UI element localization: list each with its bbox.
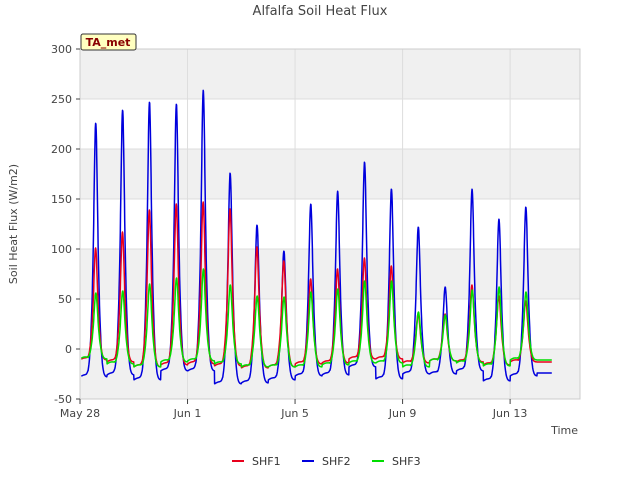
x-axis-ticks: May 28 Jun 1 Jun 5 Jun 9 Jun 13	[60, 399, 528, 420]
legend-label-shf3: SHF3	[392, 455, 421, 468]
y-tick-label: 200	[51, 143, 72, 156]
y-axis-label: Soil Heat Flux (W/m2)	[7, 164, 20, 284]
plot-band	[80, 249, 580, 299]
y-tick-label: 150	[51, 193, 72, 206]
x-axis-label: Time	[550, 424, 578, 437]
series-line-shf2	[80, 89, 553, 385]
y-tick-label: 250	[51, 93, 72, 106]
ta-met-badge: TA_met	[80, 33, 137, 51]
y-tick-label: 50	[58, 293, 72, 306]
y-axis-ticks: -50 0 50 100 150 200 250 300	[51, 43, 80, 406]
ta-met-badge-label: TA_met	[86, 36, 131, 49]
x-tick-label: Jun 9	[388, 407, 417, 420]
x-tick-label: Jun 1	[173, 407, 202, 420]
y-tick-label: -50	[54, 393, 72, 406]
chart-title: Alfalfa Soil Heat Flux	[253, 4, 388, 19]
legend-label-shf2: SHF2	[322, 455, 351, 468]
plot-band	[80, 49, 580, 99]
y-tick-label: 0	[65, 343, 72, 356]
x-tick-label: Jun 13	[492, 407, 528, 420]
legend: SHF1 SHF2 SHF3	[232, 455, 421, 468]
x-tick-label: Jun 5	[280, 407, 309, 420]
chart-canvas: -50 0 50 100 150 200 250 300 May 28 Jun 1 Jun 5 Ju…	[7, 4, 581, 468]
plot-band	[80, 149, 580, 199]
x-tick-label: May 28	[60, 407, 100, 420]
y-tick-label: 100	[51, 243, 72, 256]
y-tick-label: 300	[51, 43, 72, 56]
legend-label-shf1: SHF1	[252, 455, 281, 468]
series-lines	[80, 89, 553, 385]
